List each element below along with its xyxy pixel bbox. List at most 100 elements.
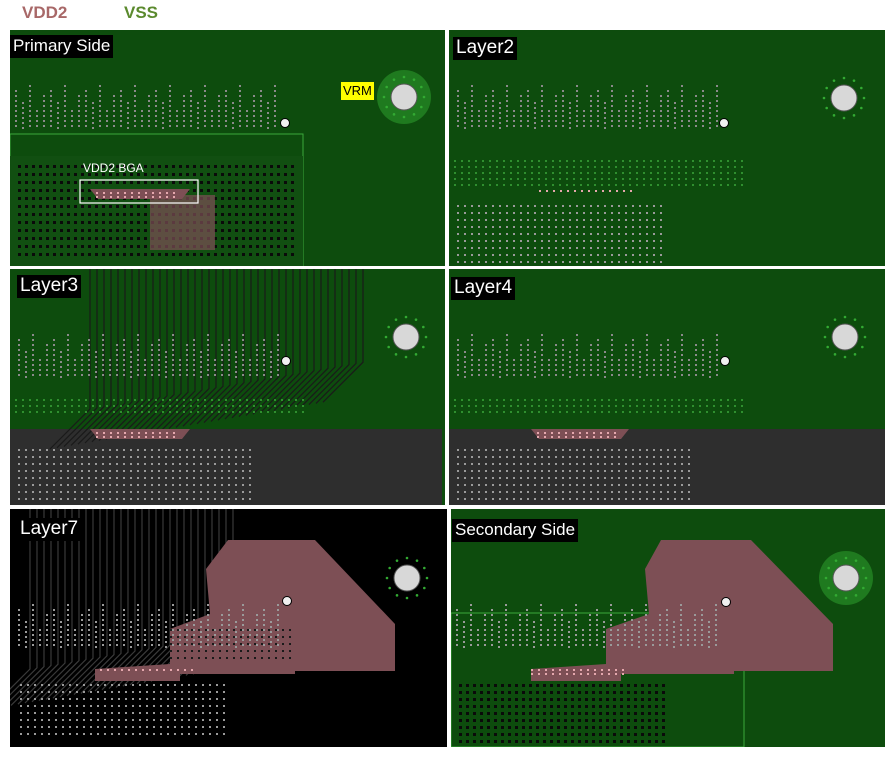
vrm-via (862, 566, 865, 570)
vrm-via (395, 594, 399, 597)
board-layer-image (10, 269, 445, 505)
vrm-via (832, 79, 836, 82)
test-via (282, 596, 292, 606)
panel-label: Layer7 (17, 518, 82, 541)
vrm-via (424, 335, 428, 339)
vrm-via (834, 594, 838, 597)
vrm-pad (392, 323, 420, 351)
vrm-via (412, 113, 416, 116)
vrm-via (842, 116, 846, 120)
vrm-via (826, 325, 829, 329)
vrm-via (392, 78, 396, 81)
vrm-via (423, 586, 426, 590)
vrm-via (842, 76, 846, 80)
vrm-via (853, 318, 857, 321)
vrm-via (861, 345, 864, 349)
vrm-pad (390, 83, 418, 111)
test-via (281, 356, 291, 366)
vrm-via (415, 594, 419, 597)
board-layer-image (449, 30, 885, 266)
vrm-via (860, 86, 863, 90)
vrm-via (405, 556, 409, 560)
vrm-via (385, 85, 388, 89)
vrm-via (844, 556, 848, 560)
vrm-via (864, 576, 868, 580)
vrm-via (853, 353, 857, 356)
vrm-via (852, 79, 856, 82)
vrm-via (834, 559, 838, 562)
panel-label: Layer3 (17, 275, 82, 298)
vrm-via (404, 315, 408, 319)
vrm-via (827, 566, 830, 570)
vrm-via (862, 586, 865, 590)
test-via (280, 118, 290, 128)
vdd2-bga-label: VDD2 BGA (83, 161, 144, 175)
vrm-via (404, 355, 408, 359)
vrm-via (854, 559, 858, 562)
vrm-via (420, 105, 423, 109)
vrm-via (832, 114, 836, 117)
vrm-via (852, 114, 856, 117)
vrm-via (826, 345, 829, 349)
vrm-pad (832, 564, 860, 592)
vrm-via (862, 96, 866, 100)
vrm-pad (830, 84, 858, 112)
vrm-via (385, 576, 389, 580)
vrm-via (825, 106, 828, 110)
vrm-via (423, 566, 426, 570)
panel-label: Primary Side (10, 35, 114, 58)
vrm-via (863, 335, 867, 339)
vrm-via (394, 318, 398, 321)
vrm-via (425, 576, 429, 580)
vrm-via (414, 353, 418, 356)
panel-label: Layer4 (451, 277, 516, 300)
board-layer-image (10, 509, 447, 747)
vrm-via (387, 325, 390, 329)
vrm-via (823, 335, 827, 339)
vrm-via (833, 318, 837, 321)
board-layer-image (451, 509, 885, 747)
panel-primary-side: Primary Side VRM VDD2 BGA (10, 30, 445, 266)
gray-plane (10, 429, 442, 505)
vrm-via (387, 345, 390, 349)
vrm-via (843, 355, 847, 359)
vrm-via (825, 86, 828, 90)
vrm-via (843, 315, 847, 319)
gray-plane (449, 429, 885, 505)
vrm-via (420, 85, 423, 89)
copper-plane (449, 30, 885, 266)
panel-secondary-side: Secondary Side (451, 509, 885, 747)
vrm-via (414, 318, 418, 321)
legend-vss: VSS (124, 3, 159, 22)
test-via (721, 597, 731, 607)
vrm-pad (831, 323, 859, 351)
panel-layer3: Layer3 (10, 269, 445, 505)
vrm-via (394, 353, 398, 356)
vrm-via (415, 559, 419, 562)
vrm-via (822, 96, 826, 100)
vrm-via (827, 586, 830, 590)
vrm-via (422, 345, 425, 349)
vrm-via (388, 586, 391, 590)
vrm-via (833, 353, 837, 356)
vrm-via (402, 75, 406, 79)
panel-label: Secondary Side (452, 519, 579, 542)
vrm-via (384, 335, 388, 339)
vrm-via (392, 113, 396, 116)
test-via (720, 356, 730, 366)
vrm-via (395, 559, 399, 562)
vrm-via (861, 325, 864, 329)
vrm-via (385, 105, 388, 109)
vrm-label: VRM (341, 82, 374, 100)
panel-layer2: Layer2 (449, 30, 885, 266)
board-layer-image (10, 30, 445, 266)
vrm-via (412, 78, 416, 81)
vrm-via (402, 115, 406, 119)
legend-vdd2: VDD2 (22, 3, 68, 22)
vrm-via (844, 596, 848, 600)
vrm-pad (393, 564, 421, 592)
vrm-via (382, 95, 386, 99)
vrm-via (854, 594, 858, 597)
vrm-via (422, 95, 426, 99)
vrm-via (422, 325, 425, 329)
